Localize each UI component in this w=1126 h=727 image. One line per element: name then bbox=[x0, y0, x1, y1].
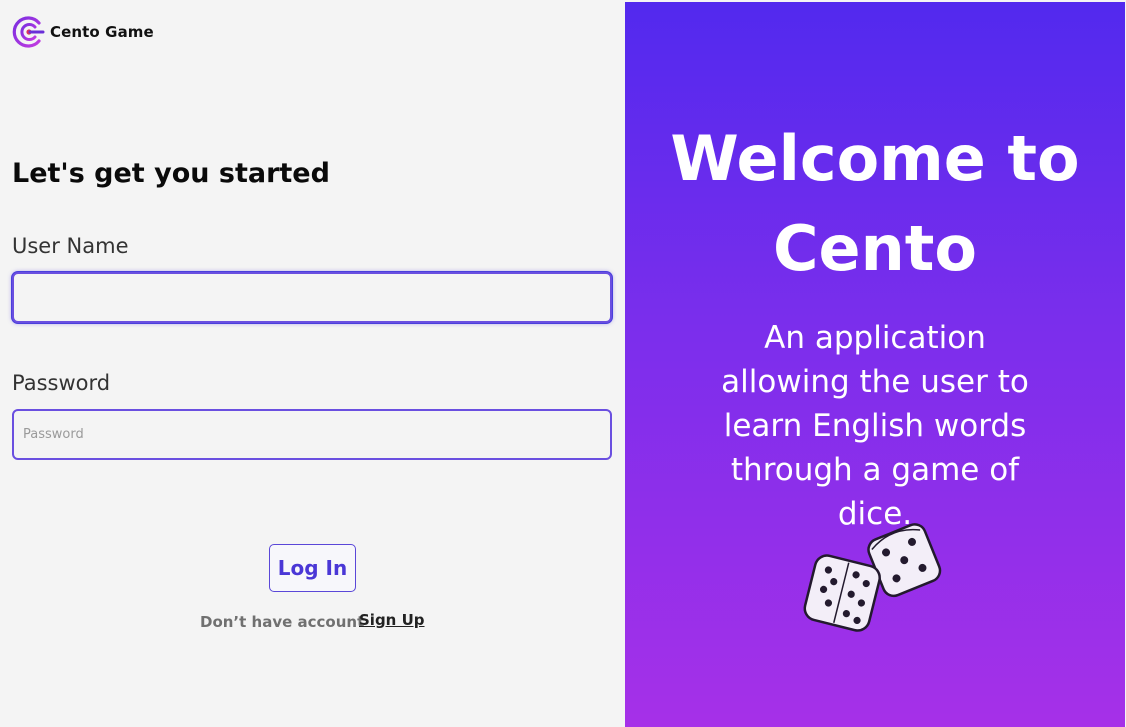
welcome-panel: Welcome to Cento An application allowing… bbox=[625, 2, 1125, 727]
dice-icon bbox=[803, 523, 942, 632]
signup-link[interactable]: Sign Up bbox=[359, 611, 425, 629]
cento-c-logo-icon bbox=[12, 16, 45, 48]
username-label: User Name bbox=[12, 234, 129, 258]
password-label: Password bbox=[12, 371, 111, 395]
password-field[interactable] bbox=[12, 409, 612, 460]
app-description: An application allowing the user to lear… bbox=[721, 320, 1029, 532]
login-button[interactable]: Log In bbox=[269, 544, 356, 592]
app-logo[interactable]: Cento Game bbox=[12, 15, 154, 49]
page-title: Let's get you started bbox=[12, 158, 330, 189]
login-panel: Cento Game Let's get you started User Na… bbox=[0, 0, 625, 727]
welcome-title: Welcome to Cento bbox=[670, 122, 1080, 285]
username-field[interactable] bbox=[12, 272, 612, 323]
no-account-text: Don’t have account bbox=[200, 613, 365, 631]
app-name: Cento Game bbox=[50, 23, 154, 41]
